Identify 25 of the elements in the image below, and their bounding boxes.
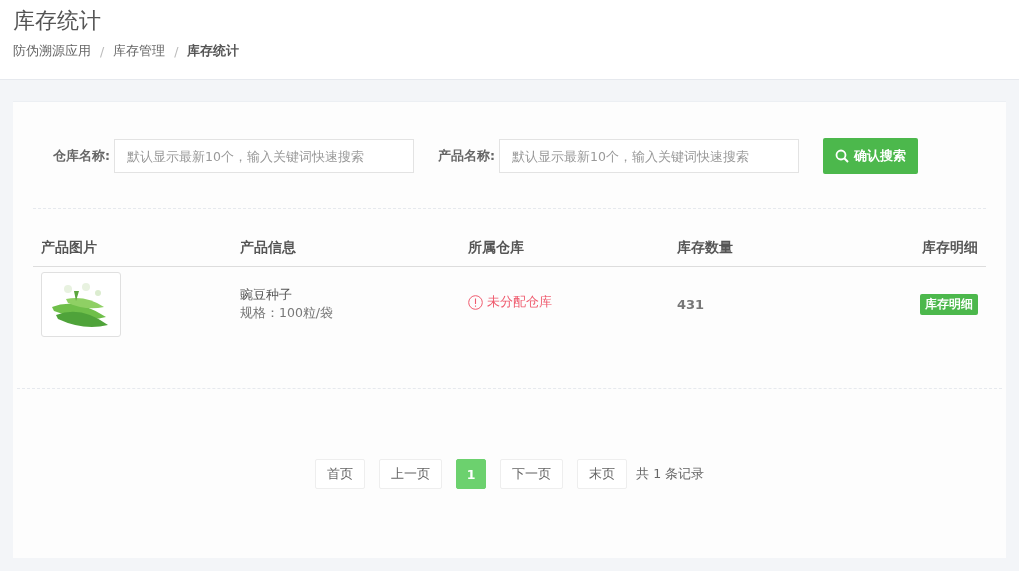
column-header: 库存数量 xyxy=(676,238,734,257)
column-header: 所属仓库 xyxy=(467,238,525,257)
pagination-button[interactable]: 下一页 xyxy=(500,459,564,489)
column-header: 产品信息 xyxy=(239,238,297,257)
stock-quantity: 431 xyxy=(676,296,706,312)
breadcrumb-link[interactable]: 库存管理 xyxy=(113,43,166,60)
record-count: 共 1 条记录 xyxy=(636,465,705,483)
filter-label: 仓库名称: xyxy=(53,147,110,165)
product-name: 豌豆种子 xyxy=(240,286,293,304)
column-header: 库存明细 xyxy=(921,238,979,257)
search-field[interactable]: 默认显示最新10个，输入关键词快速搜索 xyxy=(499,139,799,173)
pagination-button[interactable]: 末页 xyxy=(577,459,628,489)
filter-label: 产品名称: xyxy=(438,147,495,165)
search-field[interactable]: 默认显示最新10个，输入关键词快速搜索 xyxy=(114,139,414,173)
search-icon xyxy=(835,149,849,163)
warehouse-name: 未分配仓库 xyxy=(487,294,552,311)
breadcrumb-link[interactable]: 防伪溯源应用 xyxy=(13,43,91,60)
pagination-button[interactable]: 上一页 xyxy=(378,459,442,489)
breadcrumb-separator: / xyxy=(174,44,179,59)
product-spec: 规格：100粒/袋 xyxy=(240,304,335,322)
breadcrumb-link[interactable]: 库存统计 xyxy=(187,43,240,60)
page-title: 库存统计 xyxy=(13,7,102,35)
breadcrumb-separator: / xyxy=(100,44,105,59)
column-header: 产品图片 xyxy=(40,238,98,257)
pagination-button[interactable]: 首页 xyxy=(314,459,365,489)
